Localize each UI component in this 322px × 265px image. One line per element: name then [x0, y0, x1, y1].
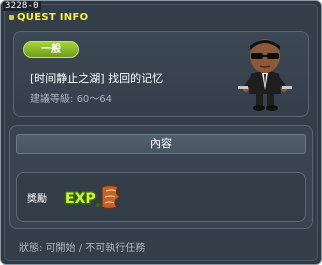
titlebar[interactable]: QUEST INFO: [9, 10, 88, 24]
level-label: 建議等級: [30, 94, 70, 105]
content-header: 內容: [16, 134, 306, 154]
quest-name: [时间静止之湖] 找回的记忆: [30, 72, 164, 85]
reward-box: 獎勵 EXP EXP: [16, 172, 306, 222]
status-label: 狀態: [19, 243, 39, 254]
level-range: 60～64: [76, 94, 113, 105]
status-text: 可開始 / 不可執行任務: [45, 243, 146, 254]
quest-info-window: 3228-0 QUEST INFO 一般 [时间静止之湖] 找回的记忆 建議等級…: [0, 0, 322, 265]
title-bullet-icon: [9, 14, 14, 20]
window-title: QUEST INFO: [17, 11, 89, 23]
reward-label: 獎勵: [27, 194, 47, 205]
quest-summary-panel: 一般 [时间静止之湖] 找回的记忆 建議等級: 60～64: [13, 31, 309, 117]
quest-recommended-level: 建議等級: 60～64: [30, 90, 112, 105]
npc-sunglasses-agent-icon: [238, 39, 292, 111]
quest-category-badge: 一般: [23, 41, 79, 58]
quest-status-line: 狀態: 可開始 / 不可執行任務: [19, 239, 145, 254]
exp-label: EXP: [65, 191, 96, 207]
quest-content-panel: 內容 獎勵 EXP EXP: [9, 125, 313, 229]
exp-scroll-icon[interactable]: EXP EXP: [64, 183, 130, 213]
